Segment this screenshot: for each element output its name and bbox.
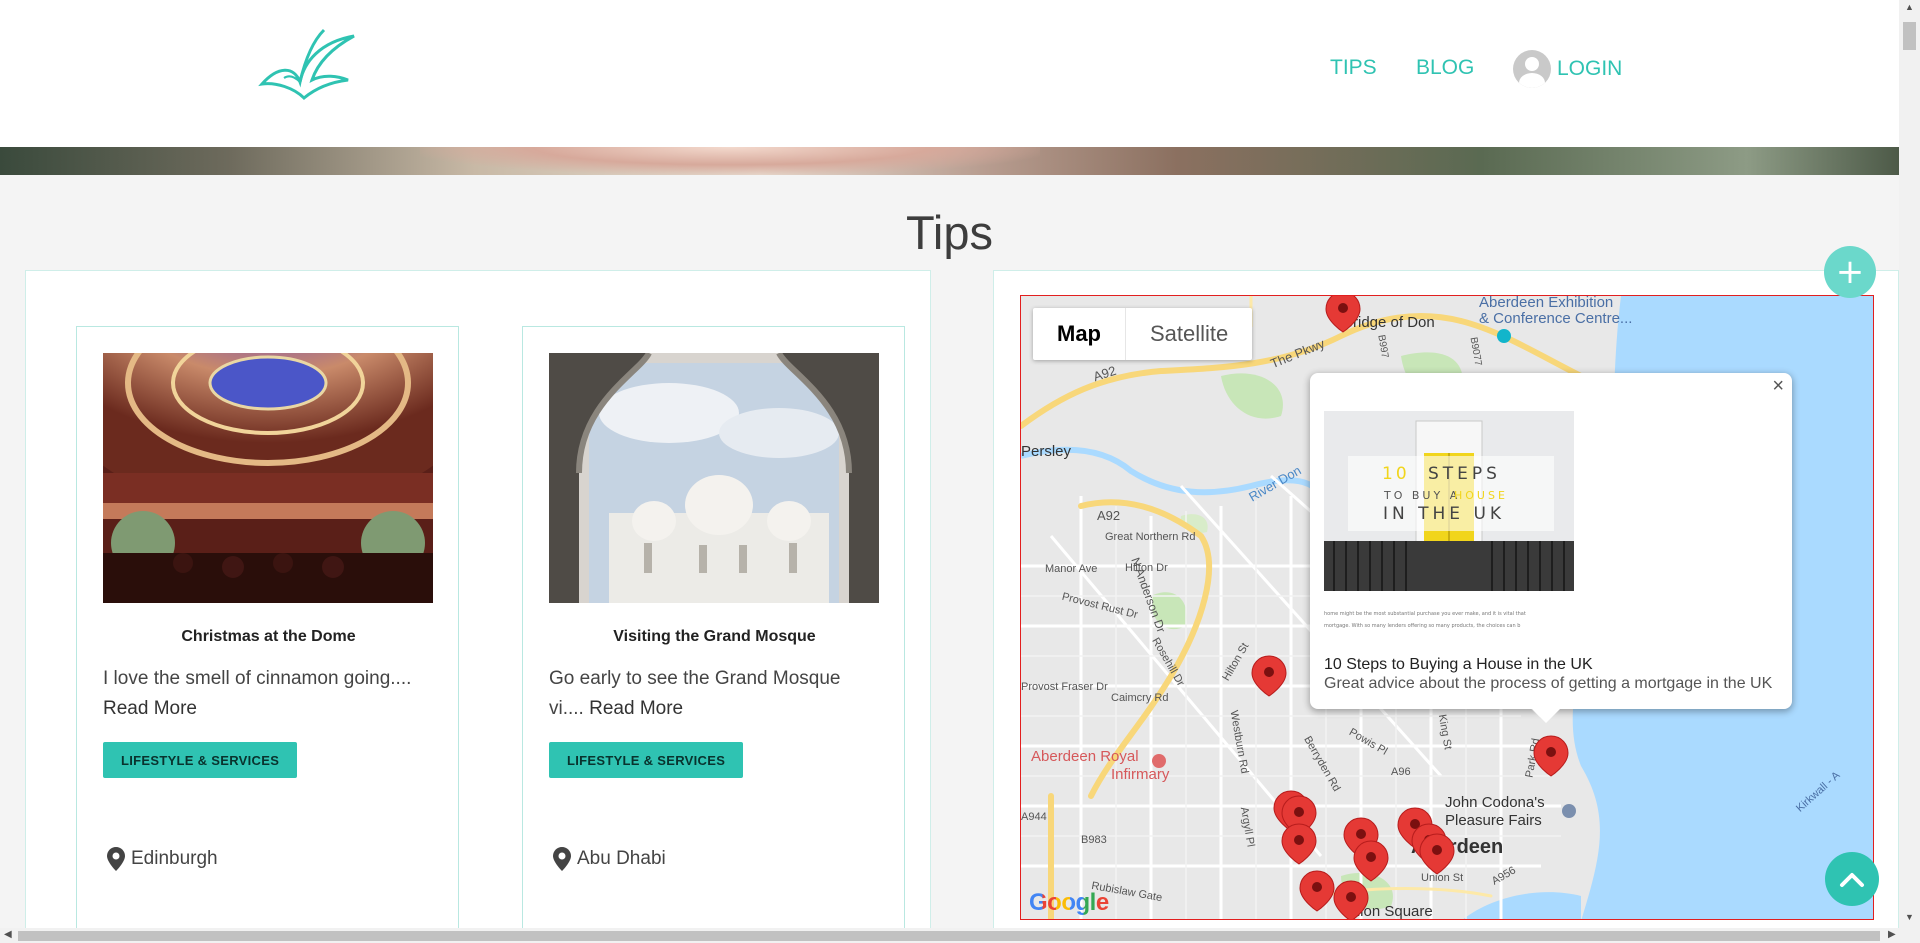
nav-blog-link[interactable]: BLOG — [1416, 56, 1474, 80]
tip-card-title[interactable]: Christmas at the Dome — [77, 628, 460, 646]
login-link[interactable]: LOGIN — [1557, 57, 1622, 81]
tip-card-excerpt: Go early to see the Grand Mosque vi.... … — [549, 664, 879, 724]
nav-login[interactable]: LOGIN — [1513, 50, 1622, 88]
map-type-satellite-button[interactable]: Satellite — [1126, 308, 1252, 360]
map-marker-icon — [1419, 833, 1455, 875]
info-window-image-text: IN THE UK — [1383, 504, 1505, 524]
map-marker-icon — [1333, 880, 1369, 919]
tip-card-location: Edinburgh — [107, 847, 218, 871]
chevron-up-icon — [1840, 873, 1864, 887]
map-type-map-button[interactable]: Map — [1033, 308, 1126, 360]
site-header: TIPS BLOG LOGIN — [0, 0, 1899, 147]
nav-tips-link[interactable]: TIPS — [1330, 56, 1377, 80]
user-avatar-icon[interactable] — [1513, 50, 1551, 88]
add-tip-button[interactable]: + — [1824, 246, 1876, 298]
google-logo: Google — [1029, 889, 1109, 917]
page-title: Tips — [905, 206, 994, 259]
info-window-image-text: TO BUY A — [1383, 489, 1460, 502]
map-marker-icon — [1353, 840, 1389, 882]
map-marker-icon — [1299, 870, 1335, 912]
tip-card[interactable]: Christmas at the Dome I love the smell o… — [76, 326, 459, 943]
horizontal-scrollbar[interactable]: ◀ ▶ — [0, 928, 1920, 943]
category-tag-button[interactable]: LIFESTYLE & SERVICES — [103, 742, 298, 778]
tip-card-excerpt: I love the smell of cinnamon going.... R… — [103, 664, 433, 724]
read-more-link[interactable]: Read More — [103, 698, 197, 719]
info-window-image-caption: mortgage. With so many lenders offering … — [1324, 623, 1520, 629]
nav-tips[interactable]: TIPS — [1330, 56, 1377, 80]
scroll-left-arrow-icon[interactable]: ◀ — [4, 929, 12, 940]
scroll-right-arrow-icon[interactable]: ▶ — [1888, 929, 1896, 940]
scroll-up-arrow-icon[interactable]: ▲ — [1905, 2, 1914, 12]
vertical-scrollbar[interactable]: ▲ ▼ — [1899, 0, 1920, 928]
hero-image-strip — [0, 147, 1899, 175]
tip-card-image[interactable] — [103, 353, 433, 603]
location-pin-icon — [107, 847, 125, 871]
horizontal-scrollbar-thumb[interactable] — [18, 931, 1880, 941]
info-window-description: Great advice about the process of gettin… — [1324, 675, 1773, 692]
map-marker-icon — [1281, 823, 1317, 865]
location-name: Abu Dhabi — [577, 848, 666, 869]
location-pin-icon — [553, 847, 571, 871]
google-logo-text: Google — [1029, 889, 1109, 916]
info-window-image[interactable]: 10 STEPS TO BUY A HOUSE IN THE UK home m… — [1324, 411, 1574, 661]
close-icon[interactable]: × — [1772, 375, 1784, 398]
tip-card-image[interactable] — [549, 353, 879, 603]
location-name: Edinburgh — [131, 848, 218, 869]
category-tag-button[interactable]: LIFESTYLE & SERVICES — [549, 742, 744, 778]
tip-card-title[interactable]: Visiting the Grand Mosque — [523, 628, 906, 646]
swallow-logo-icon[interactable] — [254, 26, 358, 100]
tip-card-location: Abu Dhabi — [553, 847, 666, 871]
map-info-window[interactable]: × 10 STEPS TO BUY A HOUSE IN THE UK home… — [1310, 373, 1792, 723]
info-window-image-text: HOUSE — [1454, 489, 1508, 502]
info-window-image-caption: home might be the most substantial purch… — [1324, 611, 1526, 617]
info-window-image-text: 10 — [1382, 464, 1410, 484]
read-more-link[interactable]: Read More — [589, 698, 683, 719]
vertical-scrollbar-thumb[interactable] — [1903, 22, 1916, 50]
map-type-control[interactable]: Map Satellite — [1033, 308, 1253, 360]
map-marker-icon — [1251, 655, 1287, 697]
scroll-down-arrow-icon[interactable]: ▼ — [1905, 912, 1914, 922]
nav-blog[interactable]: BLOG — [1416, 56, 1474, 80]
map-marker-icon — [1533, 735, 1569, 777]
tip-card[interactable]: Visiting the Grand Mosque Go early to se… — [522, 326, 905, 943]
card-divider — [107, 782, 427, 792]
plus-icon: + — [1835, 252, 1865, 292]
info-window-title[interactable]: 10 Steps to Buying a House in the UK — [1324, 656, 1593, 674]
info-window-image-text: STEPS — [1428, 464, 1501, 484]
card-divider — [553, 782, 873, 792]
tip-card-excerpt-text: I love the smell of cinnamon going.... — [103, 668, 412, 689]
map-marker-icon — [1325, 296, 1361, 333]
scroll-to-top-button[interactable] — [1825, 852, 1879, 906]
